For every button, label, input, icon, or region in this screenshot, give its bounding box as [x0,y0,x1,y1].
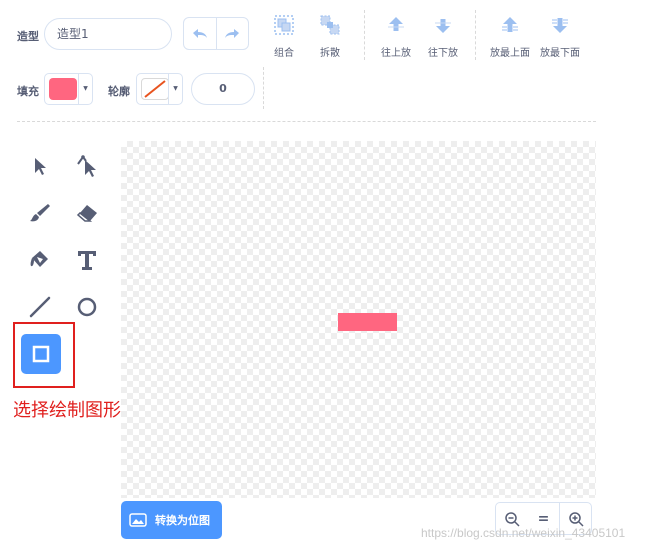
brush-icon [30,204,50,222]
select-tool[interactable] [20,146,60,186]
toolbar-divider [475,10,476,60]
outline-size-input[interactable]: 0 [191,73,255,105]
chevron-down-icon: ▼ [168,74,182,104]
eraser-icon [76,205,97,222]
fill-tool[interactable] [20,240,60,280]
text-tool[interactable] [67,240,107,280]
line-tool[interactable] [20,287,60,327]
reshape-tool[interactable] [67,146,107,186]
send-to-back-button[interactable]: 放最下面 [534,14,586,59]
undo-redo-group [183,17,249,50]
image-icon [129,513,147,527]
undo-icon [192,28,207,38]
convert-to-bitmap-button[interactable]: 转换为位图 [121,501,222,539]
undo-button[interactable] [184,18,216,49]
bring-to-front-button[interactable]: 放最上面 [484,14,536,59]
group-label: 组合 [274,48,294,59]
redo-icon [225,28,240,38]
fill-label: 填充 [17,85,39,98]
costume-label: 造型 [17,30,39,43]
toolbar-divider [364,10,365,60]
group-button[interactable]: 组合 [259,14,309,59]
ungroup-icon [320,15,340,35]
reshape-icon [77,155,96,177]
fill-swatch [49,78,77,100]
fill-color-picker[interactable]: ▼ [44,73,93,105]
arrow-up-icon [388,17,404,31]
send-to-back-icon [552,18,568,33]
paint-bucket-icon [30,251,48,267]
convert-to-bitmap-label: 转换为位图 [155,514,210,527]
arrow-pointer-icon [35,158,46,175]
paint-canvas[interactable] [121,141,596,498]
brush-tool[interactable] [20,193,60,233]
eraser-tool[interactable] [67,193,107,233]
circle-tool[interactable] [67,287,107,327]
backward-label: 往下放 [428,48,458,59]
outline-color-picker[interactable]: ▼ [136,73,183,105]
backward-button[interactable]: 往下放 [418,14,468,59]
bring-to-front-icon [502,17,518,32]
chevron-down-icon: ▼ [78,74,92,104]
forward-label: 往上放 [381,48,411,59]
ungroup-button[interactable]: 拆散 [305,14,355,59]
outline-label: 轮廓 [108,85,130,98]
redo-button[interactable] [215,18,249,49]
forward-button[interactable]: 往上放 [371,14,421,59]
annotation-highlight-box [13,322,75,388]
arrow-down-icon [435,19,451,33]
text-icon [78,251,96,270]
circle-icon [77,297,97,317]
rectangle-shape[interactable] [338,313,397,331]
back-label: 放最下面 [540,48,580,59]
group-icon [274,15,294,35]
toolbar-divider [263,67,264,109]
outline-swatch [141,78,169,100]
line-icon [29,296,51,318]
zoom-out-icon [504,511,520,527]
costume-name-input[interactable]: 造型1 [44,18,172,50]
ungroup-label: 拆散 [320,48,340,59]
no-color-icon [144,80,166,98]
front-label: 放最上面 [490,48,530,59]
annotation-text: 选择绘制图形 [13,400,121,421]
zoom-in-icon [568,511,584,527]
toolbar-bottom-divider [17,121,596,122]
watermark-text: https://blog.csdn.net/weixin_43405101 [421,526,626,540]
